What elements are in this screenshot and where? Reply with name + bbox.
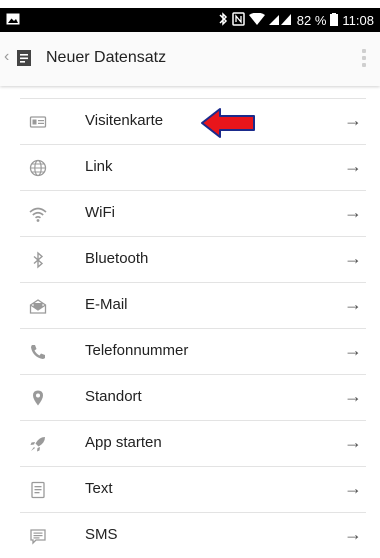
arrow-right-icon: → — [344, 110, 362, 130]
arrow-right-icon: → — [344, 432, 362, 452]
red-annotation-arrow — [201, 108, 255, 138]
mail-icon — [28, 296, 48, 316]
list-item-label: Text — [85, 480, 113, 497]
list-item-link[interactable]: Link → — [20, 144, 366, 190]
sms-icon — [28, 526, 48, 546]
status-bar: 82 % 11:08 — [0, 8, 380, 32]
arrow-right-icon: → — [344, 524, 362, 544]
list-item-bluetooth[interactable]: Bluetooth → — [20, 236, 366, 282]
list-item-label: Standort — [85, 388, 142, 405]
bluetooth-icon — [28, 250, 48, 270]
contact-card-icon — [28, 112, 48, 132]
battery-percentage: 82 % — [296, 13, 327, 28]
clock: 11:08 — [342, 13, 374, 28]
wifi-signal-icon — [248, 12, 265, 29]
list-item-e-mail[interactable]: E-Mail → — [20, 282, 366, 328]
cell-signal-icon — [268, 13, 293, 29]
battery-icon — [330, 12, 339, 29]
document-icon — [16, 49, 32, 72]
list-item-sms[interactable]: SMS → — [20, 512, 366, 558]
arrow-right-icon: → — [344, 156, 362, 176]
arrow-right-icon: → — [344, 248, 362, 268]
page-title: Neuer Datensatz — [46, 49, 167, 66]
arrow-right-icon: → — [344, 386, 362, 406]
list-item-label: Link — [85, 158, 113, 175]
arrow-right-icon: → — [344, 202, 362, 222]
location-pin-icon — [28, 388, 48, 408]
overflow-menu-icon[interactable] — [362, 49, 366, 70]
arrow-right-icon: → — [344, 478, 362, 498]
list-item-wifi[interactable]: WiFi → — [20, 190, 366, 236]
globe-icon — [28, 158, 48, 178]
arrow-right-icon: → — [344, 340, 362, 360]
text-document-icon — [28, 480, 48, 500]
phone-icon — [28, 342, 48, 362]
rocket-icon — [28, 434, 48, 454]
list-item-label: WiFi — [85, 204, 115, 221]
list-item-label: Telefonnummer — [85, 342, 189, 359]
top-cropped-banner: — — — — — — — — — — — — — — — — — — [0, 0, 380, 8]
list-item-label: Bluetooth — [85, 250, 149, 267]
list-item-label: SMS — [85, 526, 118, 543]
list-item-label: E-Mail — [85, 296, 128, 313]
app-bar: ‹ Neuer Datensatz — [0, 32, 380, 86]
list-item-text[interactable]: Text → — [20, 466, 366, 512]
list-item-visitenkarte[interactable]: Visitenkarte → — [20, 98, 366, 144]
bluetooth-status-icon — [218, 12, 228, 29]
list-item-label: App starten — [85, 434, 162, 451]
list-item-app-starten[interactable]: App starten → — [20, 420, 366, 466]
back-chevron-icon[interactable]: ‹ — [4, 48, 9, 66]
nfc-icon — [232, 12, 245, 29]
list-item-label: Visitenkarte — [85, 112, 164, 129]
cropped-banner-text: — — — — — — — — — — — — — — — — — — [0, 0, 380, 7]
gallery-notification-icon — [6, 13, 20, 28]
wifi-icon — [28, 204, 48, 224]
list-item-telefonnummer[interactable]: Telefonnummer → — [20, 328, 366, 374]
list-item-standort[interactable]: Standort → — [20, 374, 366, 420]
record-type-list: Visitenkarte → Link → WiFi → Bluetooth →… — [20, 98, 366, 558]
arrow-right-icon: → — [344, 294, 362, 314]
